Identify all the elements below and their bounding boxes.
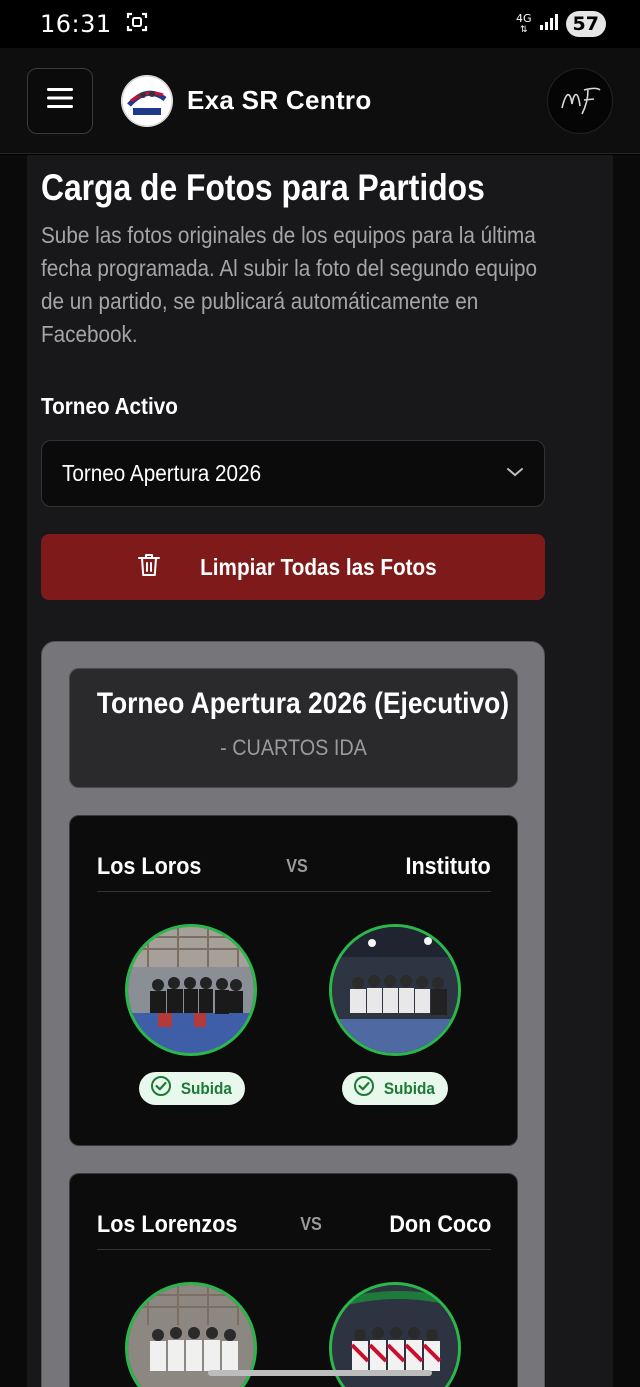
status-time: 16:31 <box>40 10 112 38</box>
check-circle-icon <box>353 1075 375 1102</box>
home-team-photo[interactable] <box>125 924 257 1056</box>
home-photo-status-badge: Subida <box>139 1072 245 1105</box>
home-team-name: Los Lorenzos <box>97 1210 238 1238</box>
user-avatar[interactable] <box>547 67 613 134</box>
match-card: Los Lorenzos VS Don Coco <box>69 1173 518 1387</box>
chevron-down-icon <box>506 465 524 483</box>
away-photo-status-badge: Subida <box>342 1072 448 1105</box>
status-bar: 16:31 4G ⇅ 57 <box>0 0 640 48</box>
away-team-name: Instituto <box>405 852 491 880</box>
away-photo-status-label: Subida <box>383 1078 435 1098</box>
away-team-name: Don Coco <box>389 1210 491 1238</box>
home-photo-status-label: Subida <box>180 1078 232 1098</box>
tournament-select[interactable]: Torneo Apertura 2026 <box>41 440 545 507</box>
brand[interactable]: Exa SR Centro <box>121 74 372 127</box>
main-content: Carga de Fotos para Partidos Sube las fo… <box>0 155 640 1387</box>
brand-name: Exa SR Centro <box>187 85 372 115</box>
hamburger-icon <box>46 87 74 114</box>
tournament-select-value: Torneo Apertura 2026 <box>62 460 262 486</box>
menu-button[interactable] <box>27 67 93 134</box>
page-description: Sube las fotos originales de los equipos… <box>41 222 537 347</box>
tournament-round: - CUARTOS IDA <box>220 735 367 760</box>
network-indicator: 4G ⇅ <box>516 11 532 35</box>
battery-indicator: 57 <box>565 11 606 37</box>
screenshot-icon <box>126 11 148 38</box>
trash-icon <box>137 552 161 583</box>
match-header: Los Loros VS Instituto <box>97 842 491 892</box>
brand-logo <box>121 74 173 127</box>
home-indicator[interactable] <box>208 1370 432 1376</box>
vs-label: VS <box>300 1214 322 1234</box>
match-card: Los Loros VS Instituto Subida Subida <box>69 815 518 1146</box>
matches-panel: Torneo Apertura 2026 (Ejecutivo) - CUART… <box>41 641 545 1387</box>
tournament-name: Torneo Apertura 2026 (Ejecutivo) <box>96 687 510 720</box>
match-header: Los Lorenzos VS Don Coco <box>97 1200 491 1250</box>
page-title: Carga de Fotos para Partidos <box>41 167 485 208</box>
home-team-name: Los Loros <box>97 852 202 880</box>
check-circle-icon <box>150 1075 172 1102</box>
tournament-select-label: Torneo Activo <box>41 393 178 419</box>
app-header: Exa SR Centro <box>0 48 640 154</box>
clear-all-photos-button[interactable]: Limpiar Todas las Fotos <box>41 534 545 600</box>
tournament-header: Torneo Apertura 2026 (Ejecutivo) - CUART… <box>69 668 518 788</box>
signal-icon <box>539 13 558 35</box>
clear-all-photos-label: Limpiar Todas las Fotos <box>199 553 437 580</box>
vs-label: VS <box>286 856 308 876</box>
away-team-photo[interactable] <box>329 924 461 1056</box>
